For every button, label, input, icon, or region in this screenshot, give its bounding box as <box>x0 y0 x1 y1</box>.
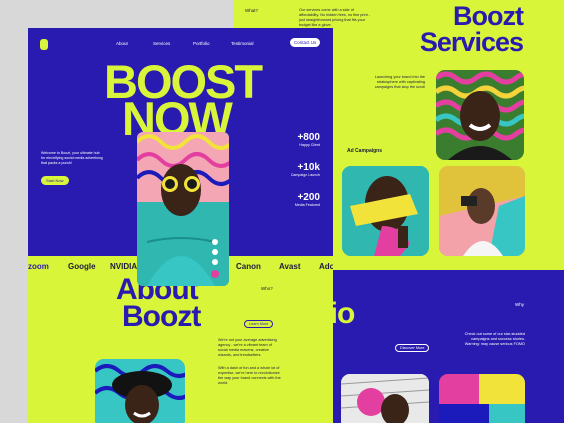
nav-services[interactable]: Services <box>153 41 170 46</box>
portfolio-photo-left <box>341 374 429 423</box>
about-title-line2: Boozt <box>122 300 201 333</box>
services-title-line2: Services <box>419 26 524 57</box>
contact-us-button[interactable]: Contact Us <box>290 38 321 47</box>
stat-clients-label: Happy Client <box>299 143 320 147</box>
stat-clients: +800 Happy Client <box>290 132 320 147</box>
brand-google: Google <box>68 262 96 271</box>
stat-campaigns-label: Campaign Launch <box>290 173 320 177</box>
stat-media-label: Media Featured <box>294 203 320 207</box>
what-label: What? <box>245 8 259 13</box>
discover-more-button[interactable]: Discover More <box>395 344 430 352</box>
landing-page: About Services Portfolio Testimonial Con… <box>28 28 333 423</box>
stat-clients-value: +800 <box>297 132 320 143</box>
brand-adobe: Ado <box>319 262 333 271</box>
nav-testimonial[interactable]: Testimonial <box>231 41 254 46</box>
nav-portfolio[interactable]: Portfolio <box>193 41 210 46</box>
stat-media-value: +200 <box>297 192 320 203</box>
nav-about[interactable]: About <box>116 41 128 46</box>
service-photo-camera-man <box>439 166 525 256</box>
hero-phone-mockup <box>137 132 229 286</box>
service-photo-smiling-man <box>436 70 524 160</box>
logo[interactable] <box>40 39 48 50</box>
who-label: Who? <box>261 286 273 291</box>
hero-intro: Welcome to Boozt, your ultimate hub for … <box>41 151 103 165</box>
about-paragraph-2: With a dash of fun and a whole lot of ex… <box>218 366 281 386</box>
launch-text: Launching your brand into the stratosphe… <box>374 75 425 90</box>
stat-campaigns-value: +10k <box>297 162 320 173</box>
service-photo-paint-face <box>342 166 429 256</box>
start-now-button[interactable]: Start Now <box>41 176 69 185</box>
about-photo-hat-man <box>95 359 185 423</box>
brand-nvidia: NVIDIA <box>110 262 138 271</box>
brand-zoom: zoom <box>28 262 49 271</box>
services-title: Boozt Services <box>393 1 524 57</box>
portfolio-photo-right <box>439 374 525 423</box>
brand-canon: Canon <box>236 262 261 271</box>
learn-more-button[interactable]: Learn More <box>244 320 274 328</box>
what-text: Our services come with a side of afforda… <box>299 8 370 28</box>
why-label: Why <box>515 302 524 307</box>
portfolio-text: Check out some of our star-studded campa… <box>464 332 525 347</box>
stat-campaigns: +10k Campaign Launch <box>290 162 320 177</box>
services-title-line1: Boozt <box>453 1 524 31</box>
about-paragraph-1: We're not your average advertising agenc… <box>218 338 277 358</box>
brand-avast: Avast <box>279 262 301 271</box>
ad-campaigns-label: Ad Campaigns <box>347 148 383 154</box>
stat-media: +200 Media Featured <box>290 192 320 207</box>
